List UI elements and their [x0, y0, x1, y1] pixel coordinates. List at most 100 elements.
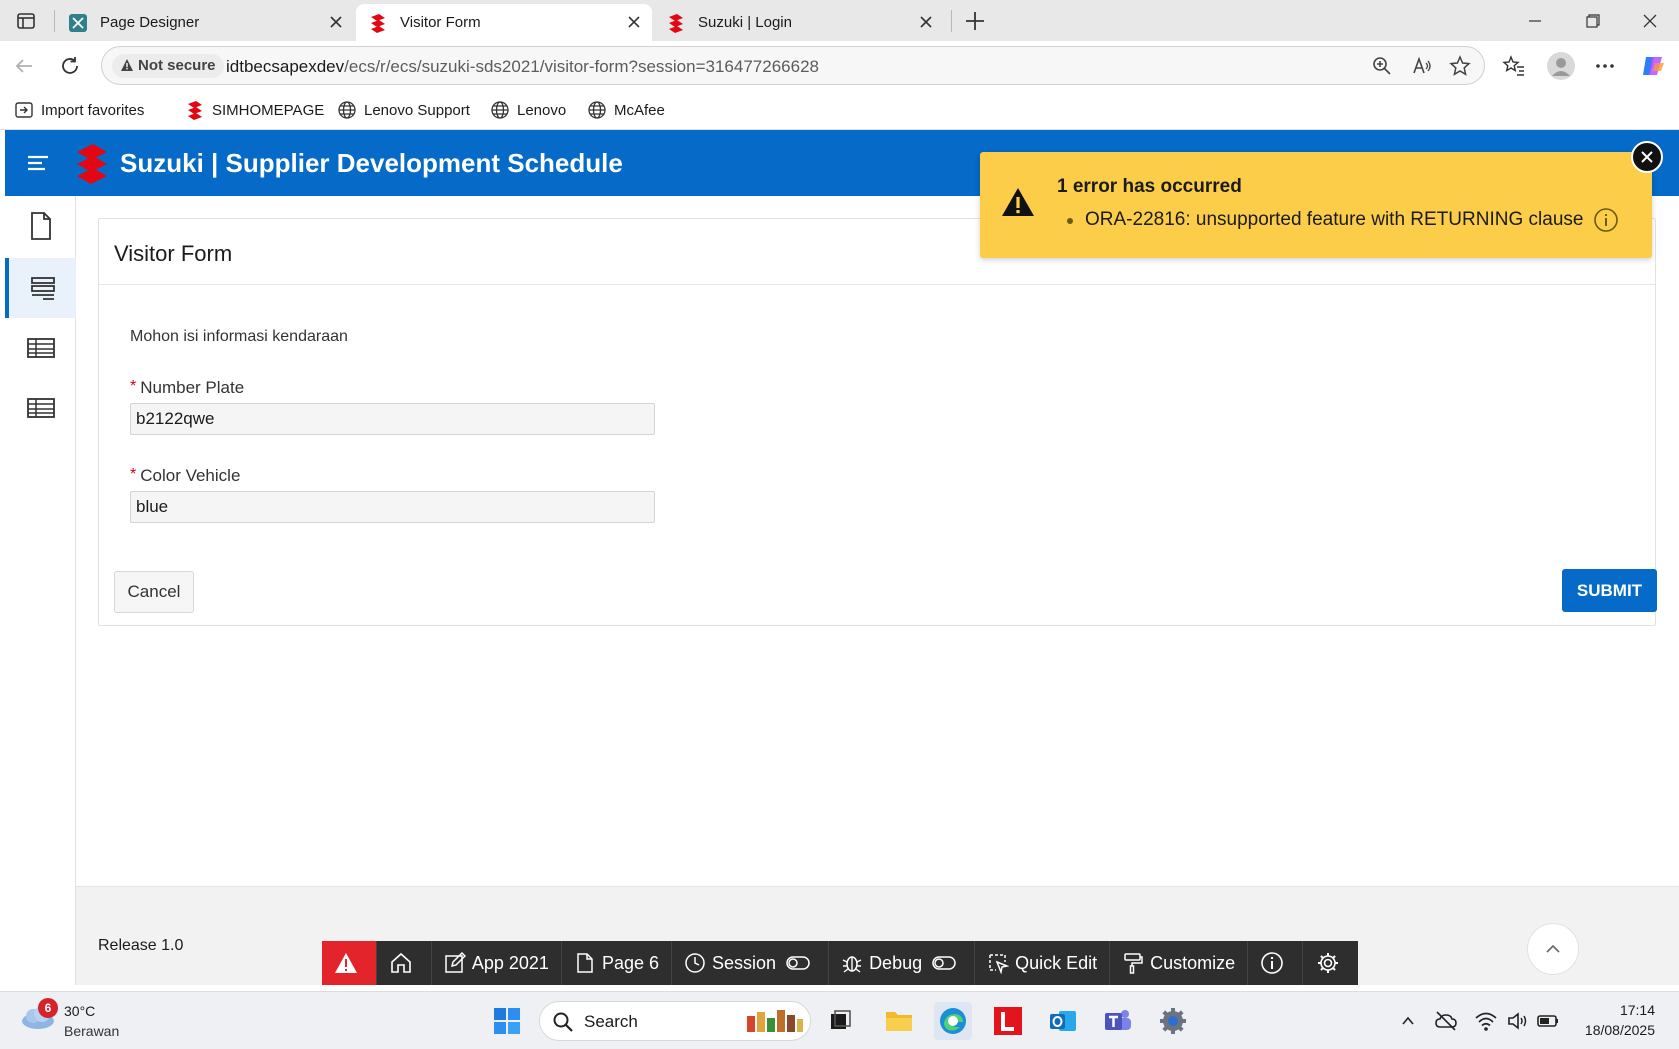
- file-explorer-button[interactable]: [880, 1002, 918, 1040]
- color-vehicle-label: * Color Vehicle: [130, 466, 241, 485]
- close-tab-icon[interactable]: [624, 12, 644, 32]
- edge-button[interactable]: [934, 1002, 972, 1040]
- favorite-lenovo-support[interactable]: Lenovo Support: [337, 100, 470, 120]
- devbar-session[interactable]: Session: [672, 941, 830, 985]
- start-button[interactable]: [488, 1002, 526, 1040]
- favorite-mcafee[interactable]: McAfee: [587, 100, 665, 120]
- close-window-button[interactable]: [1621, 0, 1679, 41]
- teams-icon: [1105, 1010, 1131, 1030]
- settings-app-button[interactable]: [1154, 1002, 1192, 1040]
- tab-visitor-form[interactable]: Visitor Form: [356, 4, 652, 41]
- number-plate-input[interactable]: [130, 403, 655, 435]
- outlook-button[interactable]: [1044, 1002, 1082, 1040]
- back-arrow-icon[interactable]: [10, 52, 38, 80]
- address-bar[interactable]: Not secure idtbecsapexdev/ecs/r/ecs/suzu…: [101, 46, 1485, 85]
- devbar-debug[interactable]: Debug: [829, 941, 976, 985]
- refresh-icon[interactable]: [56, 52, 84, 80]
- table-icon: [26, 338, 55, 358]
- favorite-simhomepage[interactable]: SIMHOMEPAGE: [185, 100, 324, 120]
- app-l-button[interactable]: [989, 1002, 1027, 1040]
- tab-suzuki-login[interactable]: Suzuki | Login: [654, 4, 944, 41]
- color-vehicle-input[interactable]: [130, 491, 655, 523]
- globe-icon: [588, 101, 606, 119]
- browser-tab-strip: Page Designer Visitor Form Suzuki | Logi…: [0, 0, 1679, 41]
- favorite-star-icon[interactable]: [1446, 52, 1474, 80]
- gear-icon: [1160, 1008, 1186, 1034]
- devbar-info[interactable]: [1248, 941, 1304, 985]
- url-text[interactable]: idtbecsapexdev/ecs/r/ecs/suzuki-sds2021/…: [226, 57, 819, 77]
- toggle-icon: [932, 956, 956, 970]
- submit-button[interactable]: SUBMIT: [1562, 569, 1657, 612]
- edge-icon: [940, 1008, 966, 1034]
- browser-toolbar: Not secure idtbecsapexdev/ecs/r/ecs/suzu…: [0, 41, 1679, 92]
- menu-toggle-icon[interactable]: [25, 150, 51, 176]
- globe-icon: [491, 101, 509, 119]
- scroll-to-top-button[interactable]: [1527, 923, 1579, 975]
- error-title: 1 error has occurred: [1057, 176, 1242, 197]
- minimize-button[interactable]: [1506, 0, 1564, 41]
- task-view-icon: [831, 1010, 851, 1029]
- volume-icon: [1508, 1012, 1527, 1030]
- not-secure-badge[interactable]: Not secure: [112, 54, 224, 78]
- document-icon: [30, 212, 51, 240]
- apex-icon: [68, 13, 88, 33]
- suzuki-logo-icon: [368, 13, 388, 33]
- app-title[interactable]: Suzuki | Supplier Development Schedule: [120, 148, 623, 179]
- import-icon: [15, 102, 33, 118]
- teams-button[interactable]: [1099, 1002, 1137, 1040]
- globe-icon: [338, 101, 356, 119]
- sidenav-item-report[interactable]: [5, 318, 76, 378]
- taskbar-search[interactable]: Search: [539, 1001, 811, 1041]
- profile-avatar[interactable]: [1545, 50, 1577, 82]
- restore-button[interactable]: [1564, 0, 1622, 41]
- devbar-customize[interactable]: Customize: [1110, 941, 1249, 985]
- close-icon: [1641, 151, 1653, 163]
- sidenav-item-form[interactable]: [5, 258, 76, 318]
- close-tab-icon[interactable]: [326, 12, 346, 32]
- devbar-page[interactable]: Page 6: [562, 941, 673, 985]
- toggle-icon: [786, 956, 810, 970]
- new-tab-button[interactable]: [962, 8, 988, 34]
- warning-icon: [120, 58, 134, 72]
- close-tab-icon[interactable]: [916, 12, 936, 32]
- devbar-home[interactable]: [377, 941, 432, 985]
- favorite-lenovo[interactable]: Lenovo: [490, 100, 566, 120]
- info-icon[interactable]: [1593, 207, 1619, 233]
- visitor-form-region: Visitor Form Mohon isi informasi kendara…: [98, 218, 1657, 626]
- tab-actions-icon[interactable]: [14, 9, 38, 33]
- clock-time[interactable]: 17:14: [1620, 1002, 1655, 1018]
- more-options-icon[interactable]: [1591, 52, 1619, 80]
- close-error-button[interactable]: [1631, 141, 1663, 173]
- cancel-button[interactable]: Cancel: [114, 571, 194, 613]
- clock-date[interactable]: 18/08/2025: [1585, 1022, 1655, 1038]
- region-title: Visitor Form: [114, 241, 233, 266]
- sidenav-item-page[interactable]: [5, 196, 76, 256]
- zoom-icon[interactable]: [1368, 52, 1396, 80]
- devbar-settings[interactable]: [1303, 941, 1358, 985]
- tab-page-designer[interactable]: Page Designer: [56, 4, 354, 41]
- devbar-error-indicator[interactable]: [322, 941, 377, 985]
- task-view-button[interactable]: [821, 1002, 859, 1040]
- favorites-list-icon[interactable]: [1500, 52, 1528, 80]
- network-status[interactable]: [1468, 1002, 1504, 1040]
- copilot-icon[interactable]: [1638, 51, 1668, 81]
- onedrive-status[interactable]: [1428, 1002, 1464, 1040]
- show-hidden-icons-button[interactable]: [1390, 1002, 1426, 1040]
- devbar-quick-edit[interactable]: Quick Edit: [975, 941, 1111, 985]
- l-app-icon: [994, 1007, 1022, 1035]
- weather-alert-badge: 6: [38, 998, 58, 1018]
- warning-icon: [334, 953, 357, 973]
- battery-status[interactable]: [1530, 1002, 1566, 1040]
- read-aloud-icon[interactable]: [1408, 52, 1436, 80]
- outlook-icon: [1050, 1011, 1076, 1031]
- weather-description: Berawan: [64, 1023, 120, 1039]
- edit-icon: [445, 952, 466, 973]
- sidenav-item-report[interactable]: [5, 378, 76, 438]
- error-message: ORA-22816: unsupported feature with RETU…: [1085, 209, 1584, 230]
- number-plate-label: * Number Plate: [130, 378, 245, 397]
- devbar-app[interactable]: App 2021: [432, 941, 562, 985]
- favorites-bar: Import favorites SIMHOMEPAGE Lenovo Supp…: [0, 92, 1679, 130]
- weather-temperature: 30°C: [64, 1003, 96, 1019]
- favorite-import-favorites[interactable]: Import favorites: [14, 100, 144, 120]
- wifi-icon: [1475, 1012, 1497, 1031]
